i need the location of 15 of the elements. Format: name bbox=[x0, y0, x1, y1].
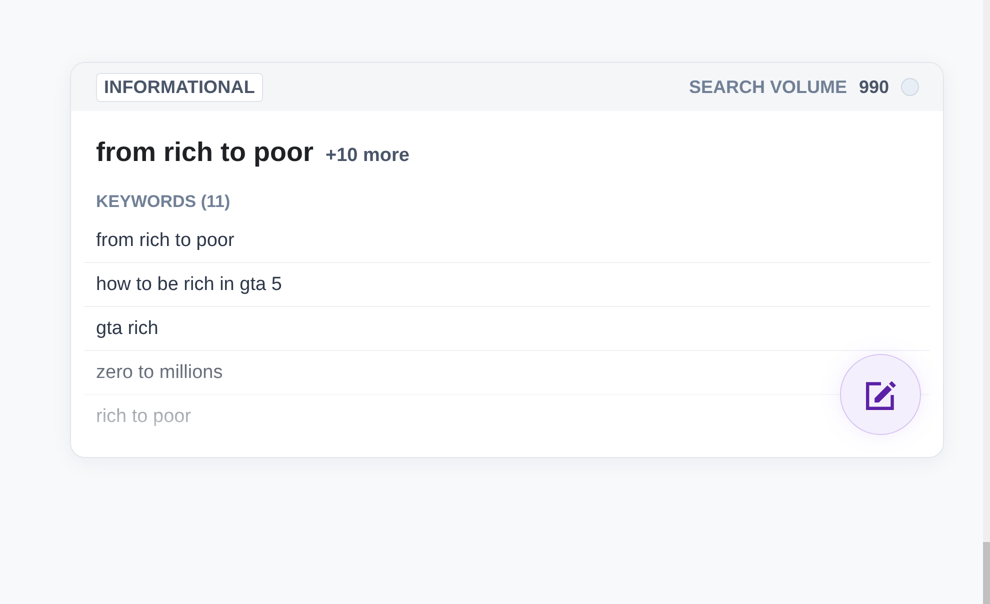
scrollbar-track[interactable] bbox=[983, 0, 990, 604]
search-volume-label: SEARCH VOLUME bbox=[688, 76, 847, 98]
search-volume-value: 990 bbox=[858, 76, 889, 98]
cluster-title: from rich to poor bbox=[96, 137, 314, 168]
keyword-text: from rich to poor bbox=[96, 230, 234, 252]
keyword-text: rich to poor bbox=[96, 406, 192, 428]
intent-badge: INFORMATIONAL bbox=[96, 72, 263, 102]
circle-icon bbox=[901, 78, 919, 96]
keyword-text: how to be rich in gta 5 bbox=[96, 274, 282, 296]
keywords-heading: KEYWORDS (11) bbox=[96, 192, 230, 212]
keyword-text: zero to millions bbox=[96, 362, 223, 384]
keyword-text: gta rich bbox=[96, 318, 158, 340]
more-count: +10 more bbox=[326, 145, 410, 167]
scrollbar-thumb[interactable] bbox=[983, 542, 990, 604]
edit-icon bbox=[866, 380, 896, 410]
